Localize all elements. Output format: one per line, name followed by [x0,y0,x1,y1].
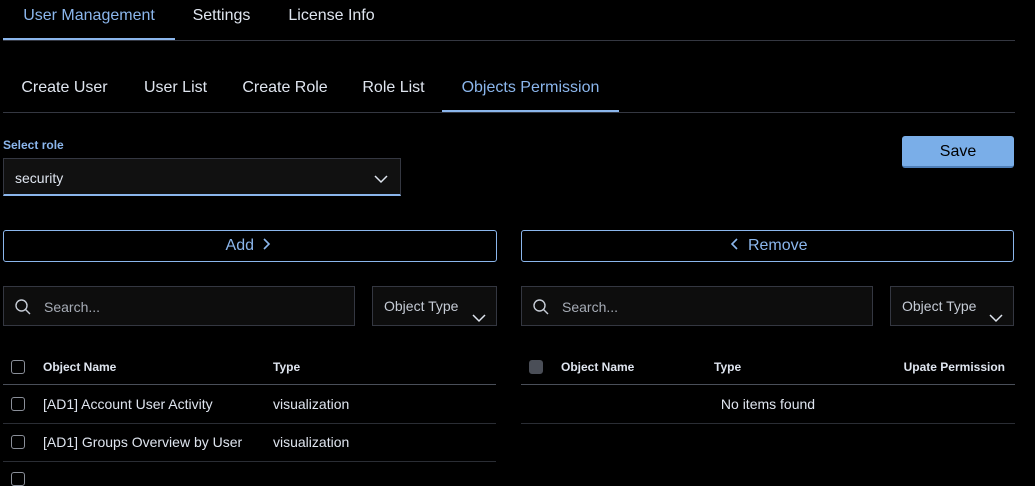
remove-button-label: Remove [747,237,808,254]
empty-state-message: No items found [720,396,816,412]
row-divider [3,461,496,462]
tab-settings[interactable]: Settings [175,0,268,40]
row-object-name: [AD1] Account User Activity [43,396,213,412]
object-type-label: Object Type [902,298,977,314]
add-button[interactable]: Add [3,230,497,262]
tab-user-management[interactable]: User Management [3,0,175,40]
column-header-type[interactable]: Type [714,360,741,374]
row-divider [3,423,496,424]
remove-button[interactable]: Remove [521,230,1014,262]
save-button[interactable]: Save [902,136,1014,168]
row-object-type: visualization [273,434,350,450]
main-tabs: User Management Settings License Info [3,0,1015,41]
table-header-divider [521,384,1015,385]
select-all-checkbox[interactable] [11,360,25,374]
tab-create-role[interactable]: Create Role [225,72,345,112]
table-header-divider [3,384,496,385]
assigned-search-input[interactable] [560,295,844,319]
row-checkbox[interactable] [11,397,25,411]
sub-tabs: Create User User List Create Role Role L… [3,72,1015,113]
object-type-label: Object Type [384,298,459,314]
chevron-down-icon [472,299,486,337]
assigned-search-field[interactable] [521,286,873,326]
tab-license-info[interactable]: License Info [268,0,395,40]
chevron-down-icon [989,299,1003,337]
select-role-label: Select role [3,138,64,152]
role-select-value: security [15,170,64,186]
chevron-right-icon [258,237,274,254]
row-object-type: visualization [273,396,350,412]
role-select[interactable]: security [3,158,401,196]
chevron-down-icon [374,171,388,189]
row-checkbox[interactable] [11,472,25,486]
available-search-field[interactable] [3,286,355,326]
column-header-update-permission[interactable]: Upate Permission [870,360,1005,374]
row-checkbox[interactable] [11,435,25,449]
column-header-type[interactable]: Type [273,360,300,374]
tab-user-list[interactable]: User List [126,72,225,112]
tab-create-user[interactable]: Create User [3,72,126,112]
available-object-type-filter[interactable]: Object Type [372,286,497,326]
column-header-object-name[interactable]: Object Name [43,360,116,374]
row-object-name: [AD1] Groups Overview by User [43,434,243,450]
row-divider [521,423,1015,424]
search-icon [532,298,550,321]
select-all-checkbox-disabled [529,360,543,374]
available-search-input[interactable] [42,295,326,319]
column-header-object-name[interactable]: Object Name [561,360,634,374]
chevron-left-icon [727,237,747,254]
assigned-object-type-filter[interactable]: Object Type [890,286,1014,326]
tab-role-list[interactable]: Role List [345,72,442,112]
search-icon [14,298,32,321]
add-button-label: Add [225,237,254,254]
tab-objects-permission[interactable]: Objects Permission [442,72,619,112]
